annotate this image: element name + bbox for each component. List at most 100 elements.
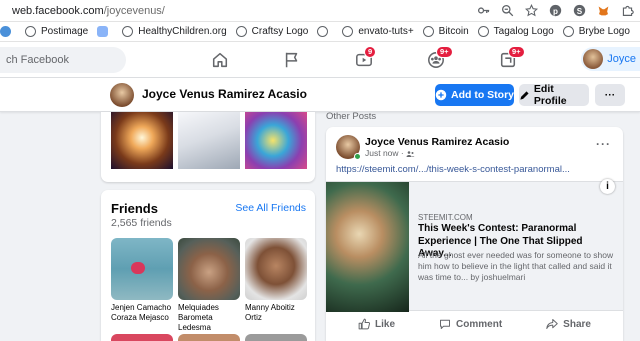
groups-badge: 9+ [436,46,453,58]
more-options-button[interactable]: ··· [595,84,625,106]
facebook-top-nav: ch Facebook 9 9+ 9+ Joyce [0,42,640,78]
more-dots-icon: ··· [604,89,616,101]
globe-icon [562,26,574,37]
cloud-icon [97,26,109,37]
bookmark-label: HealthyChildren.org [138,26,227,37]
friend-name[interactable]: Jenjen Camacho Coraza Mejasco [111,303,173,323]
photo-thumbnail[interactable] [245,112,307,169]
svg-text:S: S [576,6,582,15]
like-label: Like [375,318,396,330]
gaming-icon[interactable]: 9+ [499,46,525,69]
friend-tile[interactable]: Manny Aboitiz Ortiz [245,238,307,323]
comment-bubble-icon [440,319,451,329]
see-all-friends-link[interactable]: See All Friends [235,202,306,214]
link-preview[interactable]: STEEMIT.COM This Week's Contest: Paranor… [326,181,623,312]
watch-icon[interactable]: 9 [355,46,377,69]
post-link[interactable]: https://steemit.com/.../this-week-s-cont… [336,164,570,175]
friend-tile[interactable]: Jenjen Camacho Coraza Mejasco [111,238,173,323]
friend-photo-partial[interactable] [111,334,173,341]
friends-card: Friends 2,565 friends See All Friends Je… [101,190,315,341]
bookmark-apps[interactable] [0,26,16,37]
bookmark-tagalog[interactable]: Tagalog Logo [477,26,554,37]
info-icon[interactable]: i [600,179,615,194]
friend-photo[interactable] [111,238,173,300]
link-preview-image[interactable] [326,182,409,312]
add-to-story-button[interactable]: Add to Story [435,84,514,106]
bookmark-label: Craftsy Logo [251,26,309,37]
globe-icon [342,26,354,37]
link-preview-description: All the ghost ever needed was for someon… [418,250,614,282]
globe-icon [317,26,329,37]
pinterest-extension-icon[interactable]: p [548,3,562,17]
online-status-dot [354,153,361,160]
bookmark-unnamed[interactable] [317,26,333,37]
extensions-puzzle-icon[interactable] [620,3,634,17]
groups-icon[interactable]: 9+ [427,46,453,69]
svg-text:p: p [553,6,558,15]
profile-avatar[interactable] [110,83,134,107]
photos-card [101,112,315,182]
watch-badge: 9 [364,46,377,58]
skype-extension-icon[interactable]: S [572,3,586,17]
url-text[interactable]: web.facebook.com/joycevenus/ [12,5,165,17]
url-host: web.facebook.com [12,4,104,17]
post-time-text: Just now · [365,148,404,158]
home-icon[interactable] [211,51,229,69]
profile-name[interactable]: Joyce Venus Ramirez Acasio [142,87,307,101]
key-icon[interactable] [476,3,490,17]
globe-icon [235,26,247,37]
photo-thumbnail[interactable] [178,112,240,169]
bookmark-label: Brybe Logo [578,26,630,37]
share-label: Share [563,318,591,330]
thumbs-up-icon [358,318,370,330]
friend-tile[interactable]: Melquiades Barometa Ledesma [178,238,240,333]
pencil-icon [520,90,529,100]
friends-audience-icon [406,150,415,157]
metamask-fox-icon[interactable] [596,3,610,17]
friend-name[interactable]: Manny Aboitiz Ortiz [245,303,307,323]
bookmark-label: Postimage [41,26,89,37]
search-input[interactable]: ch Facebook [0,47,126,73]
bookmark-label: envato-tuts+ [358,26,414,37]
friends-title[interactable]: Friends [111,201,158,216]
zoom-icon[interactable] [500,3,514,17]
post-actions: Like Comment Share [336,313,613,335]
add-to-story-label: Add to Story [451,89,514,101]
globe-icon [422,26,434,37]
bookmark-label: Bitcoin [438,26,469,37]
friends-count: 2,565 friends [111,217,172,229]
bookmark-cloud[interactable] [97,26,113,37]
bookmark-brybe[interactable]: Brybe Logo [562,26,630,37]
friend-photo[interactable] [245,238,307,300]
comment-button[interactable]: Comment [439,318,502,330]
browser-url-bar[interactable]: web.facebook.com/joycevenus/ p S [0,0,640,22]
post-author-name[interactable]: Joyce Venus Ramirez Acasio [365,136,509,148]
profile-shortcut[interactable]: Joyce [581,47,640,71]
avatar [583,49,604,69]
photo-thumbnail[interactable] [111,112,173,169]
friend-name[interactable]: Melquiades Barometa Ledesma [178,303,240,333]
bookmark-envato[interactable]: envato-tuts+ [342,26,414,37]
friend-photo-partial[interactable] [178,334,240,341]
post-options-icon[interactable]: ··· [596,137,611,151]
bookmark-bitcoin[interactable]: Bitcoin [422,26,469,37]
friend-photo-partial[interactable] [245,334,307,341]
post-timestamp[interactable]: Just now · [365,148,415,158]
globe-icon [477,26,489,37]
friend-photo[interactable] [178,238,240,300]
like-button[interactable]: Like [358,318,395,330]
bookmark-healthychildren[interactable]: HealthyChildren.org [122,26,227,37]
comment-label: Comment [456,318,503,330]
bookmark-star-icon[interactable] [524,3,538,17]
pages-flag-icon[interactable] [283,51,301,69]
globe-icon [122,26,134,37]
profile-shortcut-label: Joyce [607,53,636,65]
share-button[interactable]: Share [546,318,591,330]
bookmark-postimage[interactable]: Postimage [25,26,88,37]
edit-profile-button[interactable]: Edit Profile [519,83,589,107]
bookmark-craftsy[interactable]: Craftsy Logo [235,26,309,37]
bookmark-label: Tagalog Logo [493,26,554,37]
globe-icon [25,26,36,37]
other-posts-label: Other Posts [326,111,377,122]
profile-header-bar: Joyce Venus Ramirez Acasio Add to Story … [0,78,640,112]
